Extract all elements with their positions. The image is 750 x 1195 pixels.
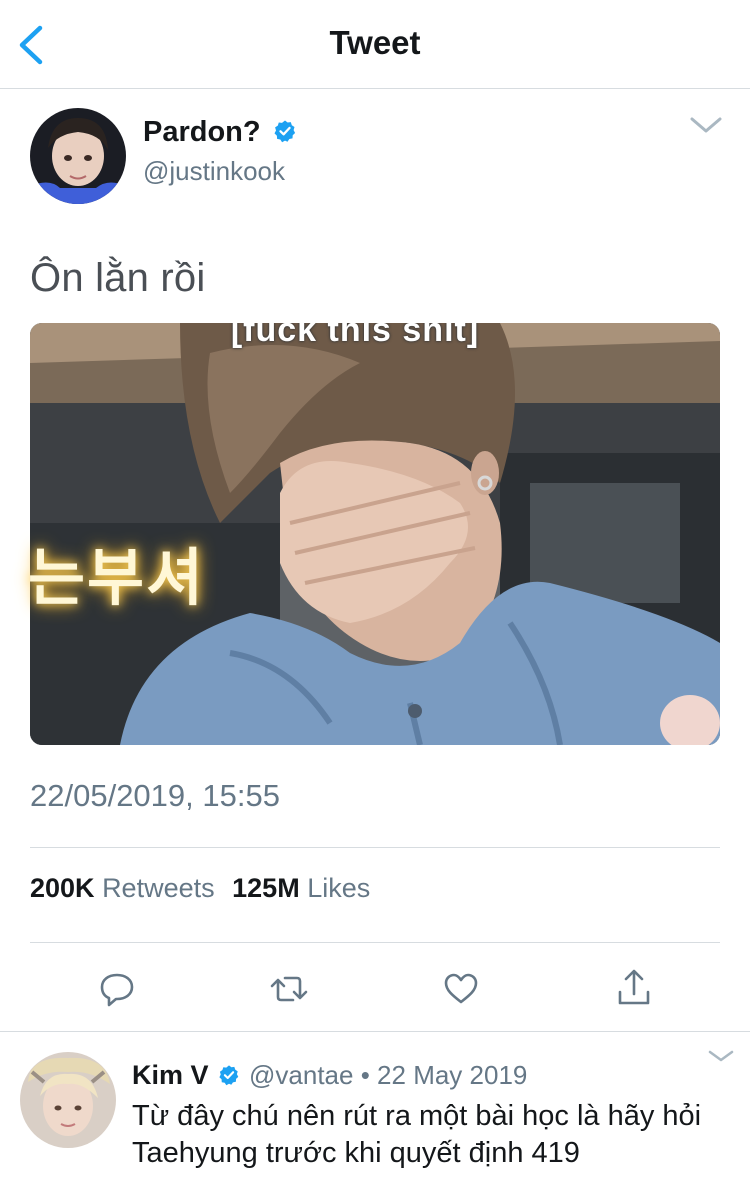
reply-author-avatar[interactable] xyxy=(20,1052,116,1148)
reply-header: Kim V @vantae • 22 May 2019 xyxy=(132,1060,527,1091)
author-avatar[interactable] xyxy=(30,108,126,204)
divider xyxy=(0,1031,750,1032)
author-handle[interactable]: @justinkook xyxy=(143,156,285,187)
chevron-down-icon xyxy=(708,1050,734,1062)
likes-stat[interactable]: 125M Likes xyxy=(232,873,370,903)
retweet-icon xyxy=(270,976,308,1002)
like-button[interactable] xyxy=(438,966,484,1012)
heart-icon xyxy=(444,973,478,1004)
retweets-stat[interactable]: 200K Retweets xyxy=(30,873,222,903)
share-button[interactable] xyxy=(611,966,657,1012)
chevron-down-icon xyxy=(690,117,722,133)
media-overlay-text: 는부셔 xyxy=(28,544,206,613)
divider xyxy=(30,942,720,943)
navigation-bar: Tweet xyxy=(0,0,750,89)
reply-button[interactable] xyxy=(94,966,140,1012)
reply-icon xyxy=(100,973,134,1007)
divider xyxy=(30,847,720,848)
verified-badge-icon xyxy=(274,120,295,143)
reply-author-handle[interactable]: @vantae xyxy=(249,1060,353,1090)
tweet-stats: 200K Retweets 125M Likes xyxy=(30,873,370,904)
media-caption-text: [fuck this shit] xyxy=(230,323,480,349)
tweet-timestamp: 22/05/2019, 15:55 xyxy=(30,778,280,813)
reply-text: Từ đây chú nên rút ra một bài học là hãy… xyxy=(132,1100,702,1169)
retweet-button[interactable] xyxy=(266,966,312,1012)
tweet-text: Ôn lằn rồi xyxy=(30,256,206,300)
share-icon xyxy=(618,969,650,1005)
author-name[interactable]: Pardon? xyxy=(143,116,297,149)
meta-separator: • xyxy=(360,1060,370,1090)
reply-date: 22 May 2019 xyxy=(377,1060,528,1090)
verified-badge-icon xyxy=(219,1065,239,1086)
page-title: Tweet xyxy=(329,24,421,61)
reply-options-button[interactable] xyxy=(706,1046,736,1066)
reply-author-name[interactable]: Kim V xyxy=(132,1060,209,1090)
tweet-options-button[interactable] xyxy=(688,112,724,138)
